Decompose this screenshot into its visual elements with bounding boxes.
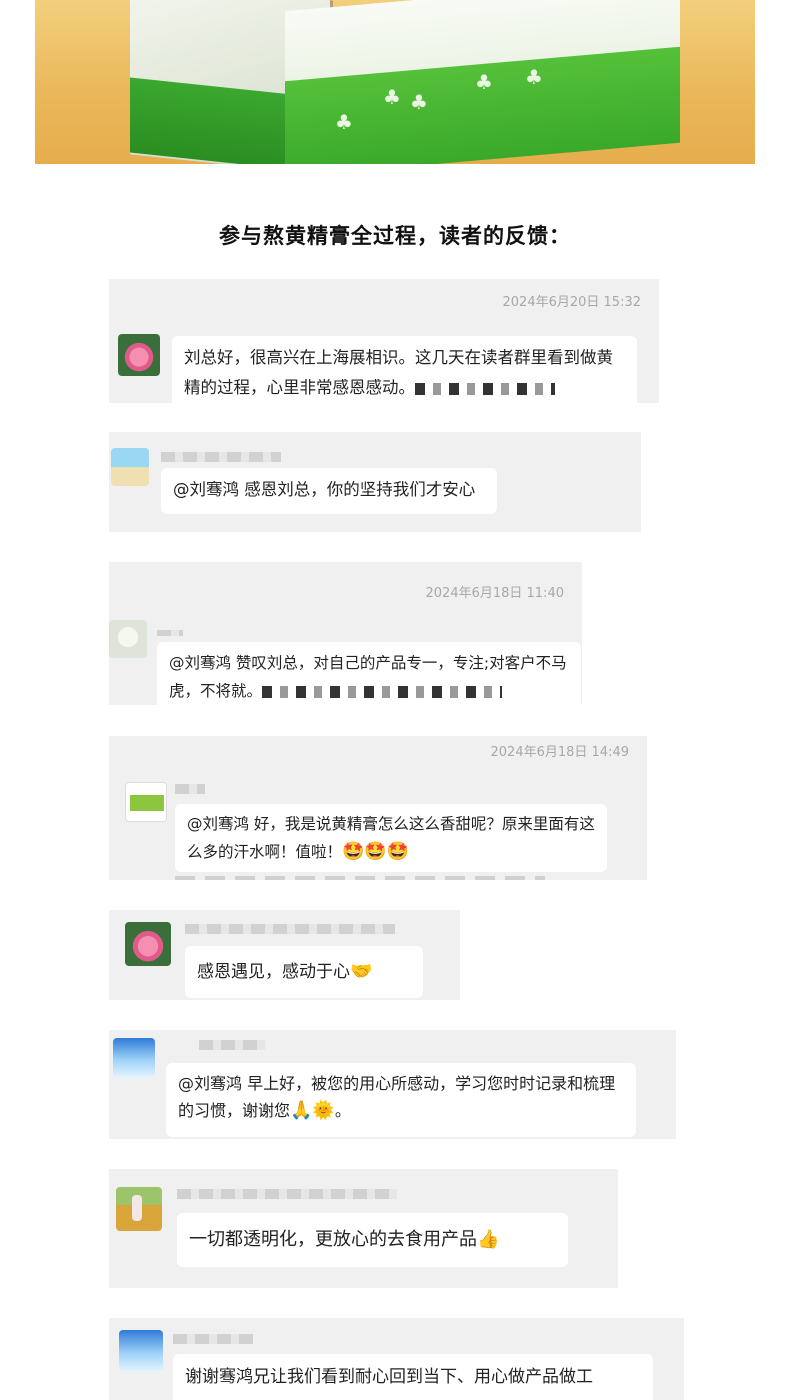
lotus-avatar — [118, 334, 160, 376]
timestamp: 2024年6月18日 11:40 — [425, 586, 565, 601]
message-bubble: 谢谢骞鸿兄让我们看到耐心回到当下、用心做产品做工 — [173, 1354, 653, 1400]
blurred-nickname — [157, 630, 183, 636]
message-bubble: @刘骞鸿 早上好，被您的用心所感动，学习您时时记录和梳理的习惯，谢谢您🙏🌞。 — [166, 1063, 636, 1137]
emoji-icon: 🤝 — [350, 961, 373, 982]
blurred-nickname — [185, 924, 395, 934]
chat-screenshot: 2024年6月18日 11:40 @刘骞鸿 赞叹刘总，对自己的产品专一，专注;对… — [109, 562, 582, 705]
message-bubble: @刘骞鸿 感恩刘总，你的坚持我们才安心 — [161, 468, 497, 514]
message-text: 感恩遇见，感动于心 — [197, 962, 350, 982]
chat-screenshot: @刘骞鸿 早上好，被您的用心所感动，学习您时时记录和梳理的习惯，谢谢您🙏🌞。 — [109, 1030, 676, 1139]
tree-pattern-icon: ♣ — [383, 85, 401, 109]
blurred-nickname — [173, 1334, 253, 1344]
blurred-nickname — [199, 1040, 265, 1050]
sky-avatar — [119, 1330, 163, 1372]
chat-screenshot: 感恩遇见，感动于心🤝 — [109, 910, 460, 1000]
message-text: 谢谢骞鸿兄让我们看到耐心回到当下、用心做产品做工 — [185, 1367, 593, 1387]
message-suffix: 。 — [334, 1101, 351, 1120]
tree-pattern-icon: ♣ — [475, 70, 493, 94]
blurred-nickname — [175, 784, 205, 794]
timestamp: 2024年6月20日 15:32 — [502, 295, 642, 310]
blurred-nickname — [161, 452, 281, 462]
section-title: 参与熬黄精膏全过程，读者的反馈： — [219, 224, 571, 248]
chat-screenshot: 2024年6月18日 14:49 @刘骞鸿 好，我是说黄精膏怎么这么香甜呢？原来… — [109, 736, 647, 880]
lotus-avatar — [125, 922, 171, 966]
tree-pattern-icon: ♣ — [335, 110, 353, 134]
cropped-line — [175, 876, 545, 880]
message-text: @刘骞鸿 早上好，被您的用心所感动，学习您时时记录和梳理的习惯，谢谢您 — [178, 1074, 616, 1120]
emoji-icon: 👍 — [477, 1229, 500, 1250]
tree-pattern-icon: ♣ — [410, 90, 428, 114]
message-bubble: 感恩遇见，感动于心🤝 — [185, 946, 423, 998]
face-avatar — [109, 620, 147, 658]
chat-screenshot: @刘骞鸿 感恩刘总，你的坚持我们才安心 — [109, 432, 641, 532]
emoji-icon: 🙏🌞 — [290, 1100, 335, 1121]
message-text: @刘骞鸿 感恩刘总，你的坚持我们才安心 — [173, 480, 476, 499]
emoji-icon: 🤩🤩🤩 — [342, 841, 410, 862]
chat-screenshot: 2024年6月20日 15:32 刘总好，很高兴在上海展相识。这几天在读者群里看… — [109, 279, 659, 403]
sky-avatar — [113, 1038, 155, 1078]
chat-screenshot: 谢谢骞鸿兄让我们看到耐心回到当下、用心做产品做工 — [109, 1318, 684, 1400]
message-bubble: @刘骞鸿 赞叹刘总，对自己的产品专一，专注;对客户不马虎，不将就。 — [157, 642, 581, 705]
blurred-text — [262, 685, 503, 698]
message-bubble: 刘总好，很高兴在上海展相识。这几天在读者群里看到做黄精的过程，心里非常感恩感动。 — [172, 336, 637, 403]
blurred-text — [415, 382, 555, 395]
message-bubble: @刘骞鸿 好，我是说黄精膏怎么这么香甜呢？原来里面有这么多的汗水啊！值啦！🤩🤩🤩 — [175, 804, 607, 872]
message-text: 一切都透明化，更放心的去食用产品 — [189, 1229, 477, 1250]
product-photo: ♣ ♣ ♣ ♣ ♣ — [35, 0, 755, 164]
timestamp: 2024年6月18日 14:49 — [490, 745, 630, 760]
field-avatar — [116, 1187, 162, 1231]
chat-screenshot: 一切都透明化，更放心的去食用产品👍 — [109, 1169, 618, 1288]
beach-avatar — [111, 448, 149, 486]
tree-pattern-icon: ♣ — [525, 65, 543, 89]
blurred-nickname — [177, 1189, 397, 1199]
flag-avatar — [125, 782, 167, 822]
message-bubble: 一切都透明化，更放心的去食用产品👍 — [177, 1213, 568, 1267]
